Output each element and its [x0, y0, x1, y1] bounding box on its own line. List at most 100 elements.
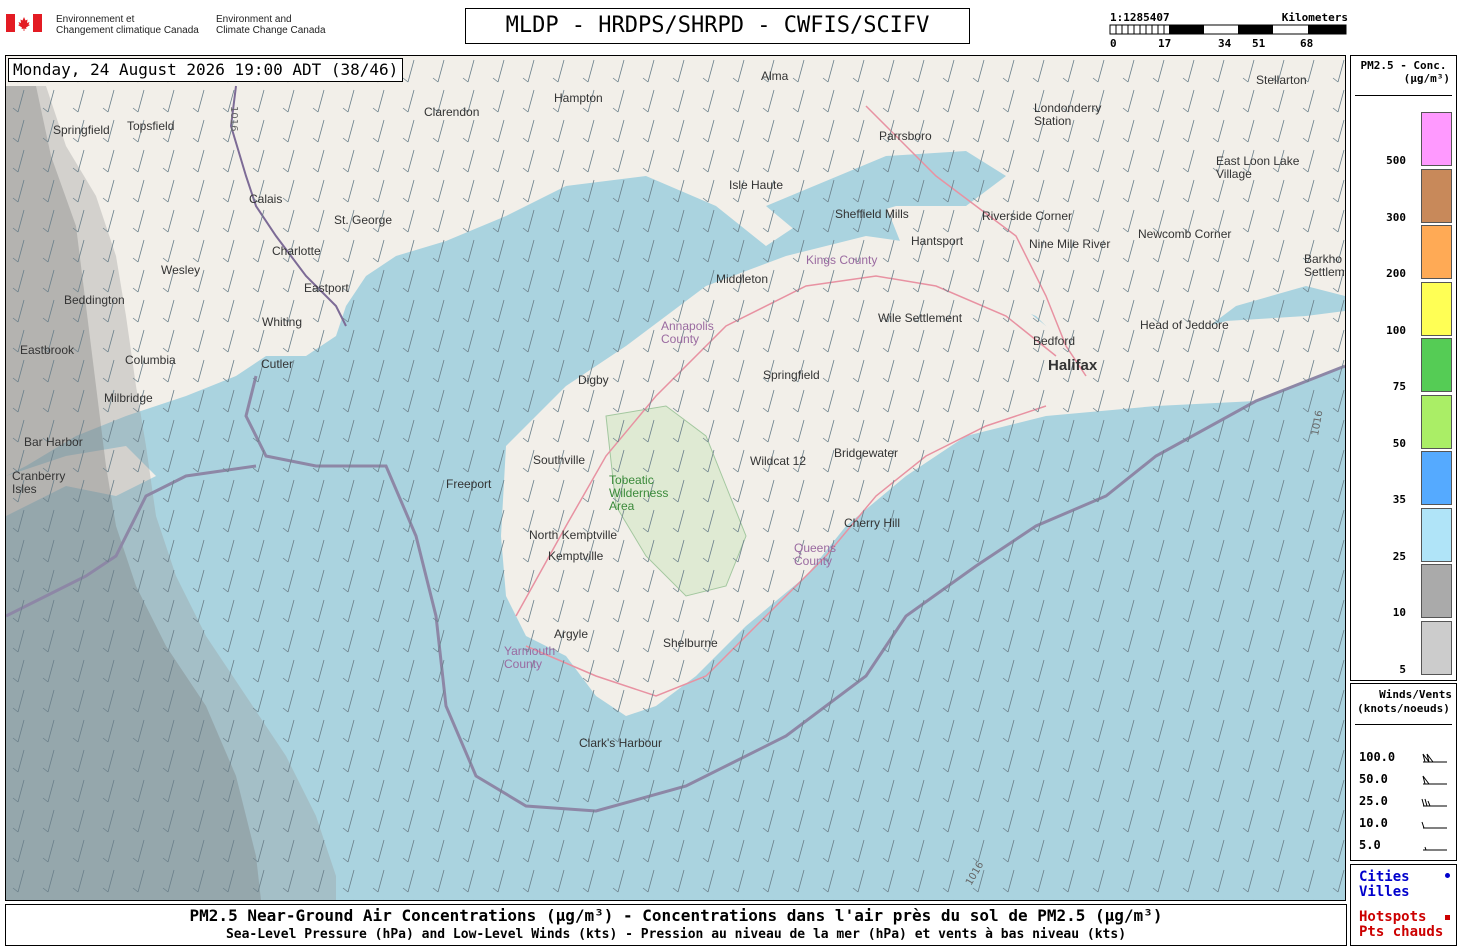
pm25-bin-label: 100	[1386, 323, 1406, 337]
place-label: Kemptville	[548, 549, 604, 563]
page-title: MLDP - HRDPS/SHRPD - CWFIS/SCIFV	[465, 8, 970, 44]
legend-divider	[1355, 724, 1452, 725]
place-label: Stellarton	[1256, 73, 1307, 87]
pm25-color-swatch	[1421, 507, 1452, 562]
cities-label-fr: Villes	[1359, 884, 1410, 900]
pm25-bin-label: 25	[1392, 549, 1406, 563]
pm25-bin-label: 75	[1392, 380, 1406, 393]
caption-line-1: PM2.5 Near-Ground Air Concentrations (µg…	[189, 906, 1163, 925]
pm25-bin-label: 300	[1386, 210, 1406, 224]
wind-barb-icon	[1423, 846, 1447, 851]
map-canvas[interactable]: 1016 1016 1016 Alma StellartonClarendonHa…	[6, 56, 1345, 900]
wind-barb-icon	[1422, 775, 1447, 785]
wind-speed-label: 50.0	[1359, 772, 1388, 786]
wind-speed-label: 5.0	[1359, 838, 1381, 852]
place-label: Barkho Settlem	[1304, 252, 1345, 279]
place-label: Wile Settlement	[878, 311, 963, 325]
pm25-bin-label: 50	[1392, 436, 1406, 450]
department-en-line2: Climate Change Canada	[216, 25, 326, 36]
place-label: Cherry Hill	[844, 516, 900, 530]
place-label: Wesley	[161, 263, 200, 277]
pm25-bin-label: 35	[1392, 493, 1406, 506]
scale-tick: 0	[1110, 37, 1117, 50]
hotspots-label-fr: Pts chauds	[1359, 924, 1444, 940]
wind-legend-unit: (knots/noeuds)	[1357, 702, 1450, 715]
place-label: North Kemptville	[529, 528, 617, 542]
city-hotspot-legend: Cities Villes Hotspots Pts chauds	[1350, 864, 1457, 946]
pm25-color-swatch	[1421, 451, 1452, 505]
place-label: Shelburne	[663, 636, 718, 650]
wind-speed-label: 25.0	[1359, 794, 1388, 808]
pm25-color-swatch	[1421, 168, 1452, 223]
place-label: Topsfield	[127, 119, 174, 133]
scale-tick: 17	[1158, 37, 1172, 50]
wind-barbs-grid	[6, 56, 1345, 900]
place-label: Hantsport	[911, 234, 964, 248]
place-label: Beddington	[64, 293, 125, 307]
pm25-bin-label: 5	[1399, 662, 1406, 676]
wind-barb-icon	[1421, 798, 1447, 807]
place-label: Clarendon	[424, 105, 479, 119]
government-wordmark: Environnement et Changement climatique C…	[6, 12, 336, 42]
place-label: Halifax	[1048, 357, 1098, 374]
wind-speed-label: 100.0	[1359, 750, 1396, 764]
legend-divider	[1355, 95, 1452, 96]
department-name-en: Environment and Climate Change Canada	[216, 14, 326, 36]
scale-tick: 51	[1252, 37, 1266, 50]
place-label: Kings County	[806, 253, 877, 267]
pm25-color-swatch	[1421, 281, 1452, 336]
canada-flag-icon	[6, 14, 42, 32]
pm25-legend-title: PM2.5 - Conc.	[1360, 59, 1447, 72]
place-label: Newcomb Corner	[1138, 227, 1231, 241]
place-label: Whiting	[262, 315, 302, 329]
cities-label-en: Cities	[1359, 869, 1410, 885]
department-en-line1: Environment and	[216, 14, 292, 25]
wind-speed-label: 10.0	[1359, 816, 1388, 830]
place-label: Bar Harbor	[24, 435, 83, 449]
dispersion-map[interactable]: 1016 1016 1016 Alma Stellarton Clarendon Ha…	[5, 55, 1346, 901]
place-label: Southville	[533, 453, 585, 467]
wind-barb-icon	[1421, 821, 1447, 829]
place-label: Middleton	[716, 272, 768, 286]
place-label: Riverside Corner	[982, 209, 1072, 223]
scale-ratio: 1:1285407	[1110, 11, 1170, 24]
place-label: Bridgewater	[834, 446, 898, 460]
place-label: Isle Haute	[729, 178, 783, 192]
department-fr-line1: Environnement et	[56, 14, 135, 25]
pm25-color-swatch	[1421, 394, 1452, 449]
pm25-color-swatch	[1421, 225, 1452, 279]
pm25-color-swatch	[1421, 564, 1452, 618]
place-label: Cutler	[261, 357, 293, 371]
scale-unit: Kilometers	[1281, 11, 1348, 24]
place-label: Charlotte	[272, 244, 321, 258]
hotspot-square-icon	[1445, 915, 1450, 920]
hotspots-label-en: Hotspots	[1359, 909, 1427, 925]
place-label: Sheffield Mills	[835, 207, 909, 221]
scale-tick: 68	[1300, 37, 1314, 50]
place-label: Digby	[578, 373, 609, 387]
place-label: Bedford	[1033, 334, 1075, 348]
place-label: Alma	[761, 69, 789, 83]
scale-bar: 1:1285407 Kilometers 0 17 34 51 68	[1108, 10, 1348, 52]
place-label: Head of Jeddore	[1140, 318, 1229, 332]
place-label: Eastbrook	[20, 343, 75, 357]
place-label: Freeport	[446, 477, 492, 491]
pm25-legend-unit: (µg/m³)	[1403, 72, 1450, 85]
pm25-bin-label: 10	[1392, 606, 1406, 619]
hotspots-label: Hotspots Pts chauds	[1359, 910, 1443, 940]
place-label: Nine Mile River	[1029, 237, 1110, 251]
city-dot-icon	[1445, 873, 1450, 878]
scale-tick: 34	[1218, 37, 1232, 50]
place-label: Milbridge	[104, 391, 153, 405]
map-caption: PM2.5 Near-Ground Air Concentrations (µg…	[5, 904, 1347, 946]
place-label: Springfield	[53, 123, 110, 137]
pm25-bin-label: 200	[1386, 267, 1406, 280]
caption-line-2: Sea-Level Pressure (hPa) and Low-Level W…	[225, 927, 1127, 942]
pm25-legend: PM2.5 - Conc. (µg/m³) 500 300 200 100 75 50 35…	[1350, 55, 1457, 681]
place-label: Wildcat 12	[750, 454, 806, 468]
pm25-color-swatch	[1421, 338, 1452, 392]
department-fr-line2: Changement climatique Canada	[56, 25, 199, 36]
cities-label: Cities Villes	[1359, 870, 1410, 900]
place-label: Columbia	[125, 353, 176, 367]
place-label: St. George	[334, 213, 392, 227]
